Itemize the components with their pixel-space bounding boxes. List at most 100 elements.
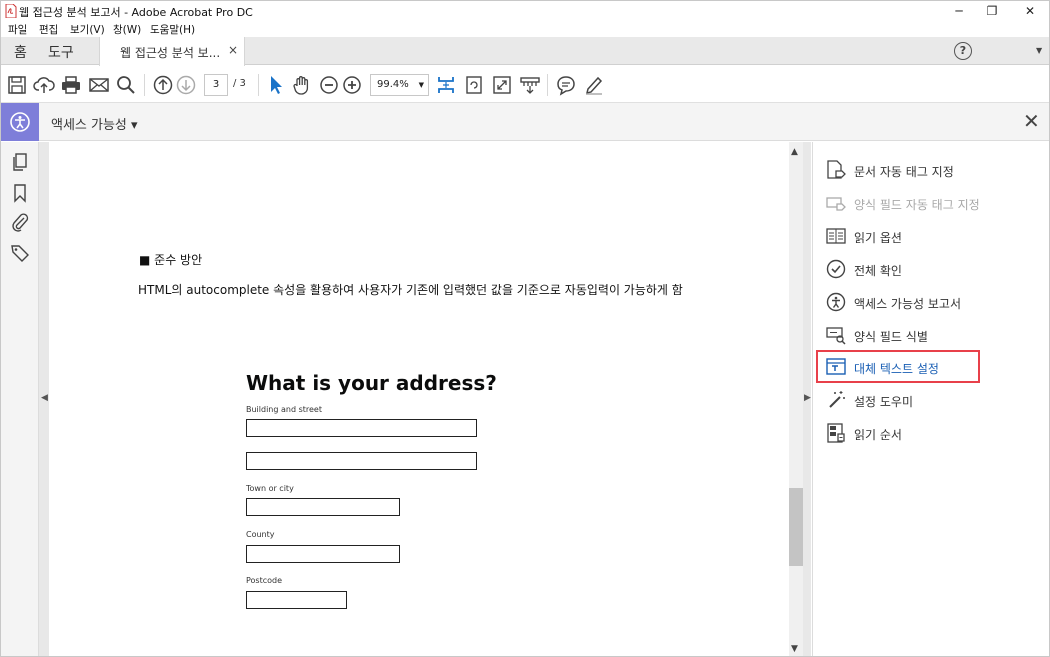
body-paragraph: HTML의 autocomplete 속성을 활용하여 사용자가 기존에 입력했…	[138, 283, 683, 297]
attachment-icon[interactable]	[10, 212, 30, 232]
tool-label: 양식 필드 자동 태그 지정	[854, 198, 980, 212]
postcode-label: Postcode	[246, 576, 283, 585]
expand-right-icon[interactable]: ▶	[804, 393, 811, 403]
accessibility-panel-header: 액세스 가능성 ▾ ✕	[1, 103, 1049, 141]
print-icon[interactable]	[60, 74, 82, 96]
restore-button[interactable]: ❐	[974, 1, 1010, 21]
close-window-button[interactable]: ✕	[1012, 1, 1048, 21]
help-icon[interactable]: ?	[954, 42, 972, 60]
tool-label: 문서 자동 태그 지정	[854, 165, 954, 179]
page-total: / 3	[233, 78, 246, 89]
accessibility-title: 액세스 가능성	[51, 118, 127, 133]
tool-accessibility-report[interactable]: 액세스 가능성 보고서	[825, 291, 985, 313]
chevron-down-icon[interactable]: ▼	[1036, 46, 1042, 55]
building-street-field-2	[246, 452, 477, 470]
next-page-icon[interactable]	[175, 74, 197, 96]
full-screen-icon[interactable]	[491, 74, 513, 96]
form-title: What is your address?	[246, 371, 497, 395]
minimize-button[interactable]: ─	[941, 1, 977, 21]
toolbar-divider	[144, 74, 145, 96]
chevron-down-icon: ▾	[131, 118, 138, 133]
pdf-page	[49, 142, 789, 656]
town-city-field	[246, 498, 400, 516]
menu-bar: 파일 편집 보기(V) 창(W) 도움말(H)	[1, 21, 1049, 37]
tab-document[interactable]: 웹 접근성 분석 보... ×	[99, 37, 245, 66]
tool-full-check[interactable]: 전체 확인	[825, 258, 985, 280]
save-icon[interactable]	[6, 74, 28, 96]
menu-window[interactable]: 창(W)	[113, 22, 141, 37]
chevron-down-icon: ▼	[418, 81, 424, 89]
tool-label: 읽기 순서	[854, 428, 902, 442]
tab-bar: 홈 도구 웹 접근성 분석 보... × ? ▼	[1, 37, 1049, 66]
reading-options-icon	[826, 228, 846, 244]
county-field	[246, 545, 400, 563]
window-title: 웹 접근성 분석 보고서 - Adobe Acrobat Pro DC	[19, 6, 253, 19]
selection-highlight	[816, 350, 980, 383]
tool-auto-tag-form-fields: 양식 필드 자동 태그 지정	[825, 192, 985, 214]
tool-identify-form-fields[interactable]: 양식 필드 식별	[825, 324, 985, 346]
search-icon[interactable]	[115, 74, 137, 96]
zoom-level-select[interactable]: 99.4% ▼	[370, 74, 429, 96]
scrollbar-thumb[interactable]	[789, 488, 803, 566]
tool-reading-options[interactable]: 읽기 옵션	[825, 225, 985, 247]
toolbar-divider	[258, 74, 259, 96]
tab-close-icon[interactable]: ×	[228, 43, 238, 57]
comment-icon[interactable]	[555, 74, 577, 96]
accessibility-person-icon	[10, 112, 30, 132]
reading-order-icon	[827, 423, 845, 443]
accessibility-dropdown[interactable]: 액세스 가능성 ▾	[51, 114, 138, 133]
tool-auto-tag-document[interactable]: 문서 자동 태그 지정	[825, 159, 985, 181]
collapse-left-icon[interactable]: ◀	[41, 393, 48, 403]
previous-page-icon[interactable]	[152, 74, 174, 96]
tool-label: 양식 필드 식별	[854, 330, 928, 344]
tool-label: 액세스 가능성 보고서	[854, 297, 961, 311]
form-field-tag-icon	[826, 197, 846, 211]
bookmark-icon[interactable]	[10, 183, 30, 203]
fit-width-icon[interactable]	[435, 74, 457, 96]
toolbar-divider	[547, 74, 548, 96]
section-heading: ■ 준수 방안	[139, 253, 203, 267]
accessibility-tool-badge[interactable]	[1, 103, 39, 141]
highlight-pen-icon[interactable]	[583, 74, 605, 96]
close-tool-icon[interactable]: ✕	[1023, 111, 1040, 131]
zoom-level-value: 99.4%	[377, 79, 409, 90]
accessibility-report-icon	[826, 292, 846, 312]
acrobat-window: 웹 접근성 분석 보고서 - Adobe Acrobat Pro DC ─ ❐ …	[0, 0, 1050, 657]
postcode-field	[246, 591, 347, 609]
page-number-input[interactable]: 3	[204, 74, 228, 96]
pages-icon[interactable]	[10, 152, 30, 172]
auto-tag-icon	[827, 160, 846, 179]
menu-help[interactable]: 도움말(H)	[150, 22, 195, 37]
tool-setup-assistant[interactable]: 설정 도우미	[825, 389, 985, 411]
menu-edit[interactable]: 편집	[39, 22, 58, 37]
full-check-icon	[826, 259, 846, 279]
identify-form-fields-icon	[826, 327, 846, 345]
tags-icon[interactable]	[10, 243, 30, 263]
main-toolbar: 3 / 3 99.4% ▼	[1, 66, 1049, 103]
tab-home[interactable]: 홈	[14, 42, 27, 62]
pdf-file-icon	[5, 4, 17, 18]
zoom-in-icon[interactable]	[341, 74, 363, 96]
tab-document-label: 웹 접근성 분석 보...	[120, 46, 221, 60]
tool-label: 설정 도우미	[854, 395, 914, 409]
select-cursor-icon[interactable]	[265, 74, 287, 96]
setup-assistant-icon	[829, 391, 845, 408]
hand-tool-icon[interactable]	[291, 74, 313, 96]
tab-tools[interactable]: 도구	[48, 42, 74, 62]
building-street-field-1	[246, 419, 477, 437]
tool-label: 읽기 옵션	[854, 231, 902, 245]
scroll-up-icon[interactable]: ▲	[791, 147, 798, 157]
menu-view[interactable]: 보기(V)	[70, 22, 105, 37]
scroll-down-icon[interactable]: ▼	[791, 644, 798, 654]
email-icon[interactable]	[88, 74, 110, 96]
title-bar: 웹 접근성 분석 보고서 - Adobe Acrobat Pro DC ─ ❐ …	[1, 1, 1049, 21]
menu-file[interactable]: 파일	[8, 22, 27, 37]
tool-reading-order[interactable]: 읽기 순서	[825, 422, 985, 444]
town-city-label: Town or city	[246, 484, 294, 493]
upload-cloud-icon[interactable]	[33, 74, 55, 96]
navigation-rail	[1, 142, 39, 656]
rotate-page-icon[interactable]	[463, 74, 485, 96]
zoom-out-icon[interactable]	[318, 74, 340, 96]
read-mode-icon[interactable]	[519, 74, 541, 96]
vertical-scrollbar[interactable]	[789, 142, 803, 656]
